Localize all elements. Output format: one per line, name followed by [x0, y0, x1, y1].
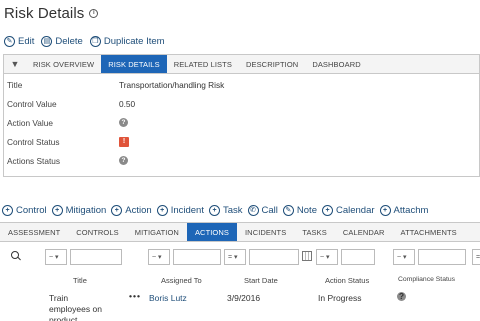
duplicate-item-button[interactable]: ❐ Duplicate Item [89, 36, 165, 47]
tab-dashboard[interactable]: DASHBOARD [305, 55, 367, 73]
pencil-icon: ✎ [4, 36, 15, 47]
phone-icon: ✆ [247, 205, 259, 216]
tab-risk-overview[interactable]: RISK OVERVIEW [26, 55, 101, 73]
add-label: Incident [170, 205, 204, 216]
assigned-filter-input[interactable] [173, 249, 221, 265]
trash-icon: ▤ [41, 36, 53, 47]
field-label: Action Value [7, 117, 53, 128]
status-filter-operator[interactable]: ~ ▾ [316, 249, 338, 265]
search-icon[interactable] [11, 251, 19, 259]
edit-button[interactable]: ✎ Edit [4, 36, 34, 47]
duplicate-label: Duplicate Item [103, 36, 165, 47]
date-filter-input[interactable] [249, 249, 299, 265]
field-value: 0.50 [119, 98, 136, 109]
chevron-down-icon[interactable]: ▼ [4, 55, 26, 73]
plus-icon: + [156, 205, 168, 216]
column-header-assigned-to[interactable]: Assigned To [161, 276, 202, 285]
tab-controls[interactable]: CONTROLS [68, 223, 126, 241]
add-control-button[interactable]: + Control [2, 205, 47, 216]
field-label: Control Status [7, 136, 60, 147]
question-icon: ? [119, 156, 128, 165]
add-label: Note [296, 205, 317, 216]
compliance-filter-input[interactable] [418, 249, 466, 265]
edit-label: Edit [18, 36, 35, 47]
add-attachment-button[interactable]: + Attachm [379, 205, 429, 216]
add-mitigation-button[interactable]: + Mitigation [51, 205, 107, 216]
field-action-value: Action Value ? [4, 113, 479, 132]
tab-attachments[interactable]: ATTACHMENTS [393, 223, 465, 241]
add-task-button[interactable]: + Task [208, 205, 243, 216]
item-actions-bar: ✎ Edit ▤ Delete ❐ Duplicate Item [4, 36, 165, 47]
tab-description[interactable]: DESCRIPTION [239, 55, 305, 73]
column-header-start-date[interactable]: Start Date [244, 276, 278, 285]
page-header: Risk Details i [4, 3, 99, 23]
warning-icon: ! [119, 136, 129, 147]
plus-icon: + [51, 205, 63, 216]
filter-row: ~ ▾ ~ ▾ = ▾ ~ ▾ ~ ▾ = [0, 249, 480, 266]
row-start-date: 3/9/2016 [227, 293, 261, 303]
plus-icon: + [379, 205, 391, 216]
add-label: Attachm [393, 205, 429, 216]
risk-details-panel: ▼ RISK OVERVIEW RISK DETAILS RELATED LIS… [3, 54, 480, 177]
field-title: Title Transportation/handling Risk [4, 75, 479, 94]
tab-incidents[interactable]: INCIDENTS [237, 223, 294, 241]
row-menu-button[interactable]: ••• [129, 291, 141, 301]
row-action-status: In Progress [318, 293, 362, 303]
add-label: Control [16, 205, 47, 216]
note-icon: ✎ [282, 205, 294, 216]
add-calendar-button[interactable]: + Calendar [321, 205, 375, 216]
page-title: Risk Details [4, 4, 85, 22]
question-icon: ? [119, 118, 128, 127]
tab-tasks[interactable]: TASKS [294, 223, 335, 241]
tab-calendar[interactable]: CALENDAR [335, 223, 393, 241]
tab-mitigation[interactable]: MITIGATION [127, 223, 187, 241]
field-label: Actions Status [7, 155, 61, 166]
tab-assessment[interactable]: ASSESSMENT [0, 223, 68, 241]
add-note-button[interactable]: ✎ Note [282, 205, 317, 216]
add-incident-button[interactable]: + Incident [156, 205, 204, 216]
plus-icon: + [2, 205, 13, 216]
add-related-bar: + Control + Mitigation + Action + Incident +… [2, 205, 428, 216]
copy-icon: ❐ [89, 36, 101, 47]
add-label: Calendar [335, 205, 375, 216]
column-header-compliance-status[interactable]: Compliance Status [398, 276, 455, 283]
column-header-title[interactable]: Title [73, 276, 87, 285]
status-filter-input[interactable] [341, 249, 375, 265]
plus-icon: + [321, 205, 333, 216]
date-filter-operator[interactable]: = ▾ [224, 249, 246, 265]
detail-tabbar: ▼ RISK OVERVIEW RISK DETAILS RELATED LIS… [4, 55, 479, 74]
add-label: Action [125, 205, 152, 216]
add-label: Call [261, 205, 278, 216]
row-title-cell[interactable]: Train employees on product [49, 293, 111, 321]
assigned-filter-operator[interactable]: ~ ▾ [148, 249, 170, 265]
title-filter-input[interactable] [70, 249, 122, 265]
related-tabbar: ASSESSMENT CONTROLS MITIGATION ACTIONS I… [0, 222, 480, 242]
delete-label: Delete [55, 36, 83, 47]
info-icon[interactable]: i [89, 8, 99, 18]
row-assigned-to-link[interactable]: Boris Lutz [149, 293, 187, 303]
add-label: Mitigation [65, 205, 107, 216]
field-label: Control Value [7, 98, 57, 109]
fields-list: Title Transportation/handling Risk Contr… [4, 74, 479, 170]
add-action-button[interactable]: + Action [111, 205, 152, 216]
field-control-value: Control Value 0.50 [4, 94, 479, 113]
tab-related-lists[interactable]: RELATED LISTS [167, 55, 239, 73]
add-label: Task [222, 205, 243, 216]
add-call-button[interactable]: ✆ Call [247, 205, 278, 216]
tab-actions[interactable]: ACTIONS [186, 223, 237, 241]
calendar-icon[interactable] [302, 251, 312, 261]
field-actions-status: Actions Status ? [4, 151, 479, 170]
question-icon: ? [397, 291, 406, 301]
column-header-action-status[interactable]: Action Status [325, 276, 369, 285]
field-label: Title [7, 79, 23, 90]
tab-risk-details[interactable]: RISK DETAILS [101, 55, 167, 73]
delete-button[interactable]: ▤ Delete [41, 36, 83, 47]
extra-filter-operator[interactable]: = [472, 249, 480, 265]
title-filter-operator[interactable]: ~ ▾ [45, 249, 67, 265]
field-control-status: Control Status ! [4, 132, 479, 151]
plus-icon: + [111, 205, 123, 216]
field-value: Transportation/handling Risk [119, 79, 225, 90]
plus-icon: + [208, 205, 220, 216]
compliance-filter-operator[interactable]: ~ ▾ [393, 249, 415, 265]
